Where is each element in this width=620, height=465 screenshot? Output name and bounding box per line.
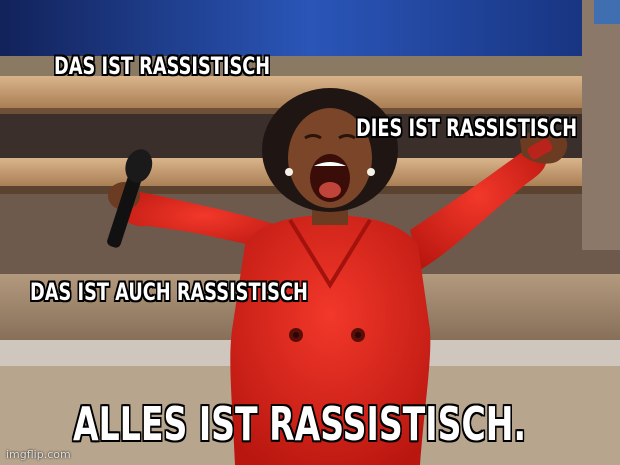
earring	[367, 168, 375, 176]
caption-top-left: DAS IST RASSISTISCH	[54, 52, 271, 80]
earring	[285, 168, 293, 176]
caption-middle-left: DAS IST AUCH RASSISTISCH	[30, 278, 308, 306]
caption-top-right: DIES IST RASSISTISCH	[356, 114, 578, 142]
caption-bottom: ALLES IST RASSISTISCH.	[73, 397, 527, 451]
imgflip-watermark: imgflip.com	[6, 448, 71, 461]
meme-image: DAS IST RASSISTISCH DIES IST RASSISTISCH…	[0, 0, 620, 465]
right-pillar	[582, 0, 620, 250]
